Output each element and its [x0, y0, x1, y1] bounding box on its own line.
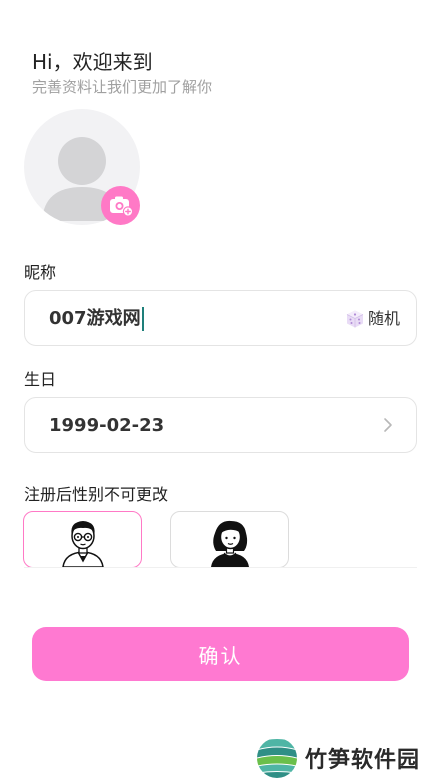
dice-icon	[346, 310, 364, 328]
gender-option-female[interactable]	[170, 511, 289, 568]
nickname-input[interactable]: 007游戏网	[49, 307, 141, 331]
random-nickname-button[interactable]: 随机	[345, 307, 400, 331]
gender-divider	[24, 567, 417, 568]
text-cursor	[141, 307, 144, 331]
confirm-button[interactable]: 确认	[32, 627, 409, 681]
watermark: 竹笋软件园	[255, 737, 420, 779]
gender-label: 注册后性别不可更改	[24, 485, 169, 504]
chevron-right-icon	[384, 418, 392, 432]
random-label: 随机	[367, 309, 400, 328]
nickname-value: 007游戏网	[49, 307, 144, 331]
female-avatar-icon	[210, 520, 249, 567]
birthday-label: 生日	[24, 370, 57, 389]
watermark-text: 竹笋软件园	[305, 748, 421, 773]
male-avatar-icon	[61, 521, 104, 567]
birthday-field[interactable]: 1999-02-23	[24, 397, 417, 453]
greeting-title: Hi，欢迎来到	[32, 50, 153, 74]
nickname-field[interactable]: 007游戏网 随机	[24, 290, 417, 346]
greeting-subtitle: 完善资料让我们更加了解你	[32, 78, 213, 96]
gender-option-male[interactable]	[23, 511, 142, 568]
bamboo-logo-icon	[257, 738, 297, 778]
camera-add-icon	[109, 196, 133, 217]
nickname-label: 昵称	[24, 263, 57, 282]
birthday-value: 1999-02-23	[49, 415, 165, 436]
camera-add-button[interactable]	[101, 186, 140, 225]
